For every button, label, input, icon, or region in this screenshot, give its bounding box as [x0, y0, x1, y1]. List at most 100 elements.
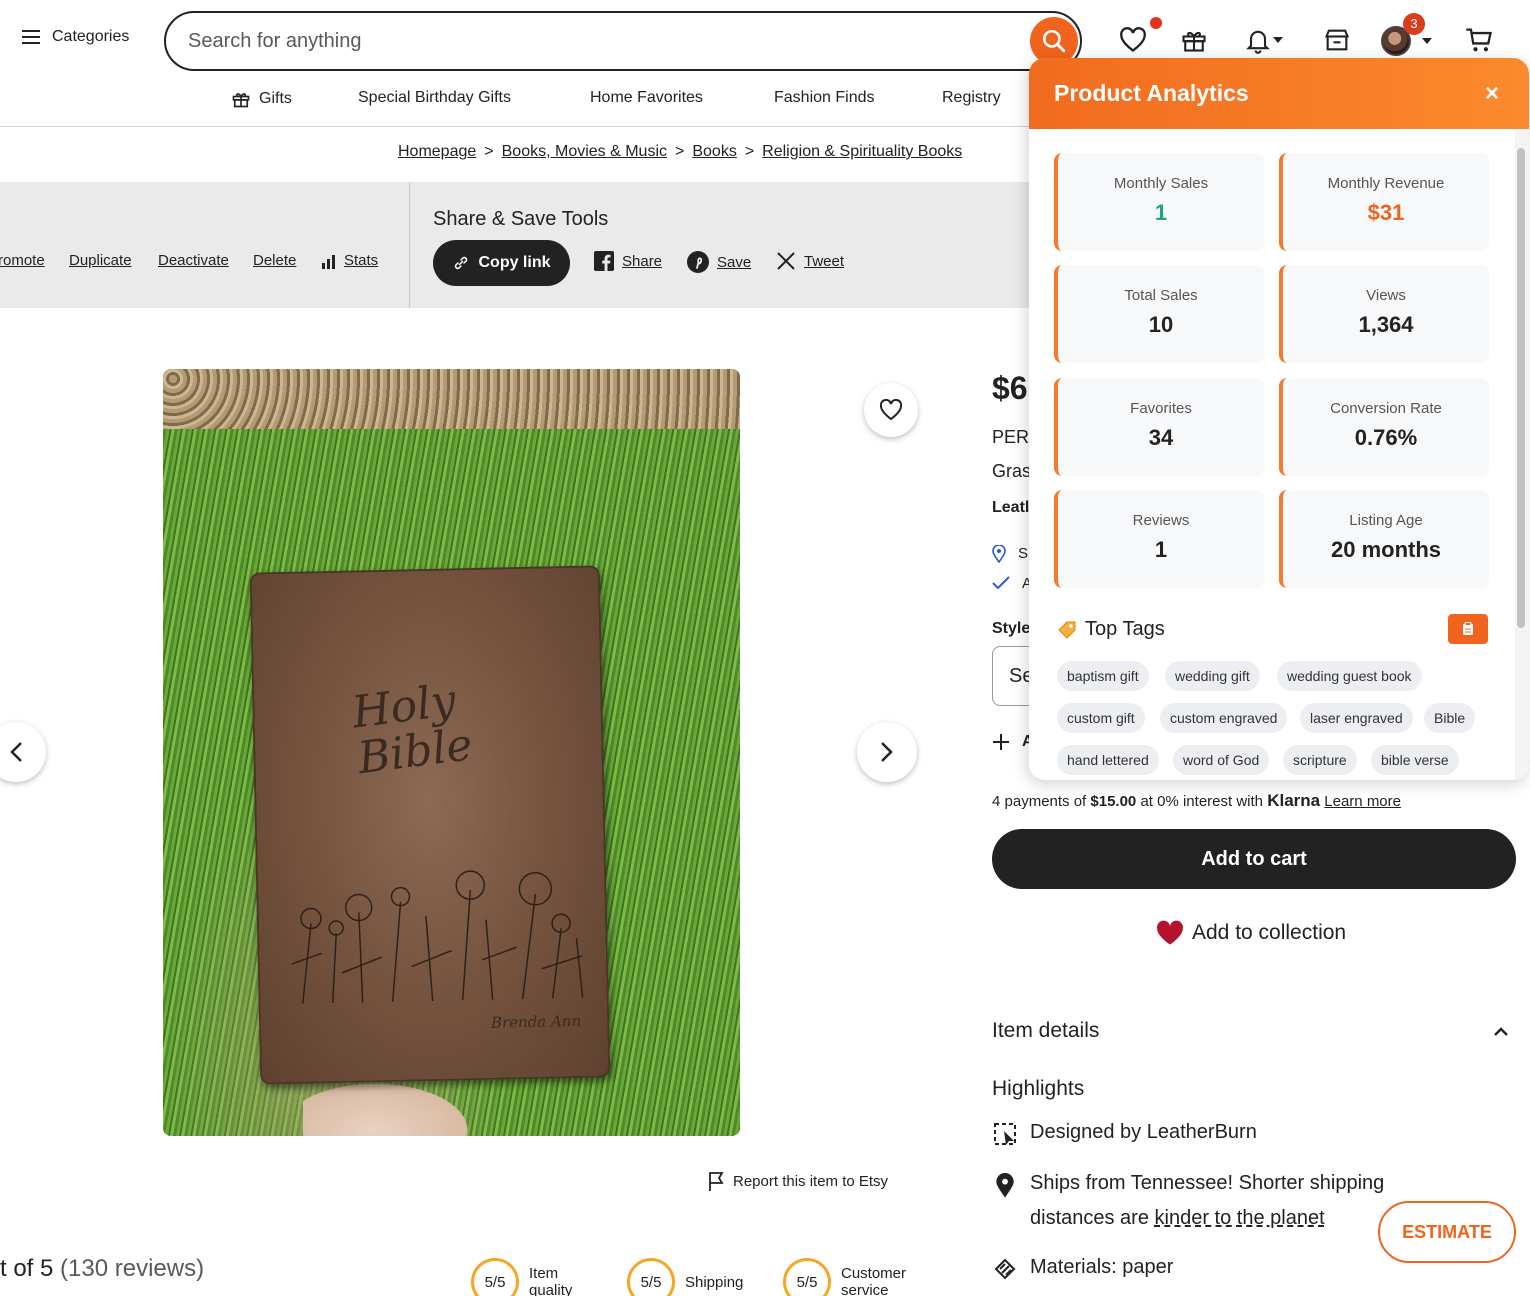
panel-header: Product Analytics ×	[1029, 58, 1529, 129]
stat-conversion-rate: Conversion Rate 0.76%	[1279, 378, 1489, 476]
pinterest-save-button[interactable]: Save	[687, 251, 751, 273]
tweet-label: Tweet	[804, 252, 845, 270]
flowers-engraving	[291, 870, 584, 1004]
chevron-left-icon	[10, 742, 22, 762]
report-item-link[interactable]: Report this item to Etsy	[707, 1171, 888, 1191]
score-label: Item quality	[529, 1265, 573, 1296]
stat-label: Monthly Sales	[1113, 175, 1209, 192]
stat-value: 0.76%	[1354, 425, 1418, 450]
breadcrumb-link[interactable]: Books, Movies & Music	[502, 143, 667, 161]
chevron-up-icon	[1494, 1027, 1508, 1036]
highlight-designed: Designed by LeatherBurn	[992, 1121, 1257, 1147]
kinder-link[interactable]: kinder to the planet	[1155, 1207, 1325, 1229]
stat-label: Conversion Rate	[1330, 400, 1442, 417]
gift-button[interactable]	[1178, 24, 1210, 56]
search-bar	[164, 11, 1082, 71]
score-ring: 5/5	[783, 1258, 831, 1296]
close-icon[interactable]: ×	[1485, 80, 1499, 108]
promote-link[interactable]: romote	[0, 252, 45, 269]
favorite-image-button[interactable]	[864, 383, 918, 437]
top-tags-heading: Top Tags	[1057, 618, 1165, 641]
prev-image-button[interactable]	[0, 722, 46, 782]
bell-icon	[1246, 30, 1270, 54]
stat-monthly-sales: Monthly Sales 1	[1054, 153, 1264, 251]
klarna-logo: Klarna	[1267, 791, 1321, 810]
copy-link-button[interactable]: Copy link	[433, 240, 570, 286]
stat-value: 34	[1148, 425, 1174, 450]
categories-button[interactable]: Categories	[22, 28, 129, 46]
chevron-right-icon: >	[484, 143, 494, 160]
add-option-row[interactable]: A	[992, 733, 1034, 751]
tag-chip[interactable]: wedding gift	[1165, 661, 1260, 691]
tag-chip[interactable]: laser engraved	[1300, 703, 1413, 733]
breadcrumb-link[interactable]: Homepage	[398, 143, 476, 161]
seller-tools-bar: romote Duplicate Deactivate Delete Stats…	[0, 182, 1120, 308]
tag-icon	[1058, 621, 1076, 639]
share-label: Share	[622, 252, 663, 270]
design-tool-icon	[994, 1123, 1016, 1145]
duplicate-link[interactable]: Duplicate	[69, 252, 132, 269]
shop-name[interactable]: Leatl	[992, 499, 1029, 517]
facebook-share-button[interactable]: Share	[594, 251, 662, 271]
stat-value: 20 months	[1330, 537, 1442, 562]
score-label: Customer service	[841, 1265, 907, 1296]
item-details-label: Item details	[992, 1019, 1100, 1042]
delete-link[interactable]: Delete	[253, 252, 296, 269]
tag-chip[interactable]: scripture	[1283, 745, 1357, 775]
product-image[interactable]: Holy Bible Brenda Ann	[163, 369, 740, 1136]
klarna-mid: at 0% interest with	[1140, 793, 1264, 810]
panel-scrollbar[interactable]	[1517, 148, 1525, 628]
add-to-collection-button[interactable]: Add to collection	[1156, 920, 1346, 946]
nav-item-birthday[interactable]: Special Birthday Gifts	[358, 89, 511, 107]
nav-item-gifts[interactable]: Gifts	[231, 89, 292, 109]
stat-label: Favorites	[1130, 400, 1192, 417]
stat-value: 1	[1154, 200, 1168, 225]
deactivate-link[interactable]: Deactivate	[158, 252, 229, 269]
score-ring: 5/5	[627, 1258, 675, 1296]
score-customer-service: 5/5 Customer service	[783, 1258, 921, 1296]
breadcrumb-link[interactable]: Religion & Spirituality Books	[762, 143, 962, 161]
tag-chip[interactable]: word of God	[1173, 745, 1270, 775]
tag-chip[interactable]: baptism gift	[1057, 661, 1149, 691]
nav-item-registry[interactable]: Registry	[942, 89, 1001, 107]
favorites-dot	[1150, 17, 1162, 29]
nav-item-home[interactable]: Home Favorites	[590, 89, 703, 107]
tag-chip[interactable]: custom gift	[1057, 703, 1145, 733]
copy-tags-button[interactable]	[1448, 614, 1488, 644]
style-label: Style	[992, 620, 1031, 637]
gift-icon	[1182, 31, 1206, 52]
item-details-toggle[interactable]: Item details	[992, 1019, 1512, 1043]
estimate-button[interactable]: ESTIMATE	[1378, 1201, 1516, 1263]
tag-chip[interactable]: wedding guest book	[1277, 661, 1422, 691]
tag-chip[interactable]: hand lettered	[1057, 745, 1159, 775]
stats-link[interactable]: Stats	[322, 252, 378, 269]
copy-link-label: Copy link	[478, 254, 551, 271]
tag-chip[interactable]: custom engraved	[1160, 703, 1288, 733]
chevron-down-icon[interactable]	[1421, 37, 1433, 45]
score-shipping: 5/5 Shipping	[627, 1258, 743, 1296]
menu-icon	[22, 30, 40, 44]
clipboard-icon	[1463, 622, 1473, 635]
x-tweet-button[interactable]: Tweet	[776, 251, 844, 271]
shop-button[interactable]	[1321, 24, 1353, 56]
tag-chip[interactable]: Bible	[1424, 703, 1476, 733]
tag-chip[interactable]: bible verse	[1371, 745, 1459, 775]
review-count: (130 reviews)	[60, 1255, 205, 1282]
search-input[interactable]	[188, 27, 1008, 55]
cart-button[interactable]	[1463, 24, 1495, 56]
save-label: Save	[717, 253, 752, 271]
highlights-heading: Highlights	[992, 1077, 1085, 1100]
klarna-learn-more[interactable]: Learn more	[1324, 793, 1401, 810]
notifications-button[interactable]	[1236, 24, 1292, 56]
search-icon	[1042, 29, 1066, 53]
tools-title: Share & Save Tools	[433, 208, 609, 230]
designed-by-shop[interactable]: LeatherBurn	[1147, 1121, 1257, 1143]
materials-text: Materials: paper	[1030, 1256, 1174, 1278]
bar-chart-icon	[322, 255, 335, 269]
next-image-button[interactable]	[857, 722, 917, 782]
add-to-cart-button[interactable]: Add to cart	[992, 829, 1516, 889]
nav-item-fashion[interactable]: Fashion Finds	[774, 89, 875, 107]
breadcrumb-link[interactable]: Books	[692, 143, 736, 161]
favorites-button[interactable]	[1117, 24, 1149, 56]
nav-label: Gifts	[259, 90, 292, 107]
